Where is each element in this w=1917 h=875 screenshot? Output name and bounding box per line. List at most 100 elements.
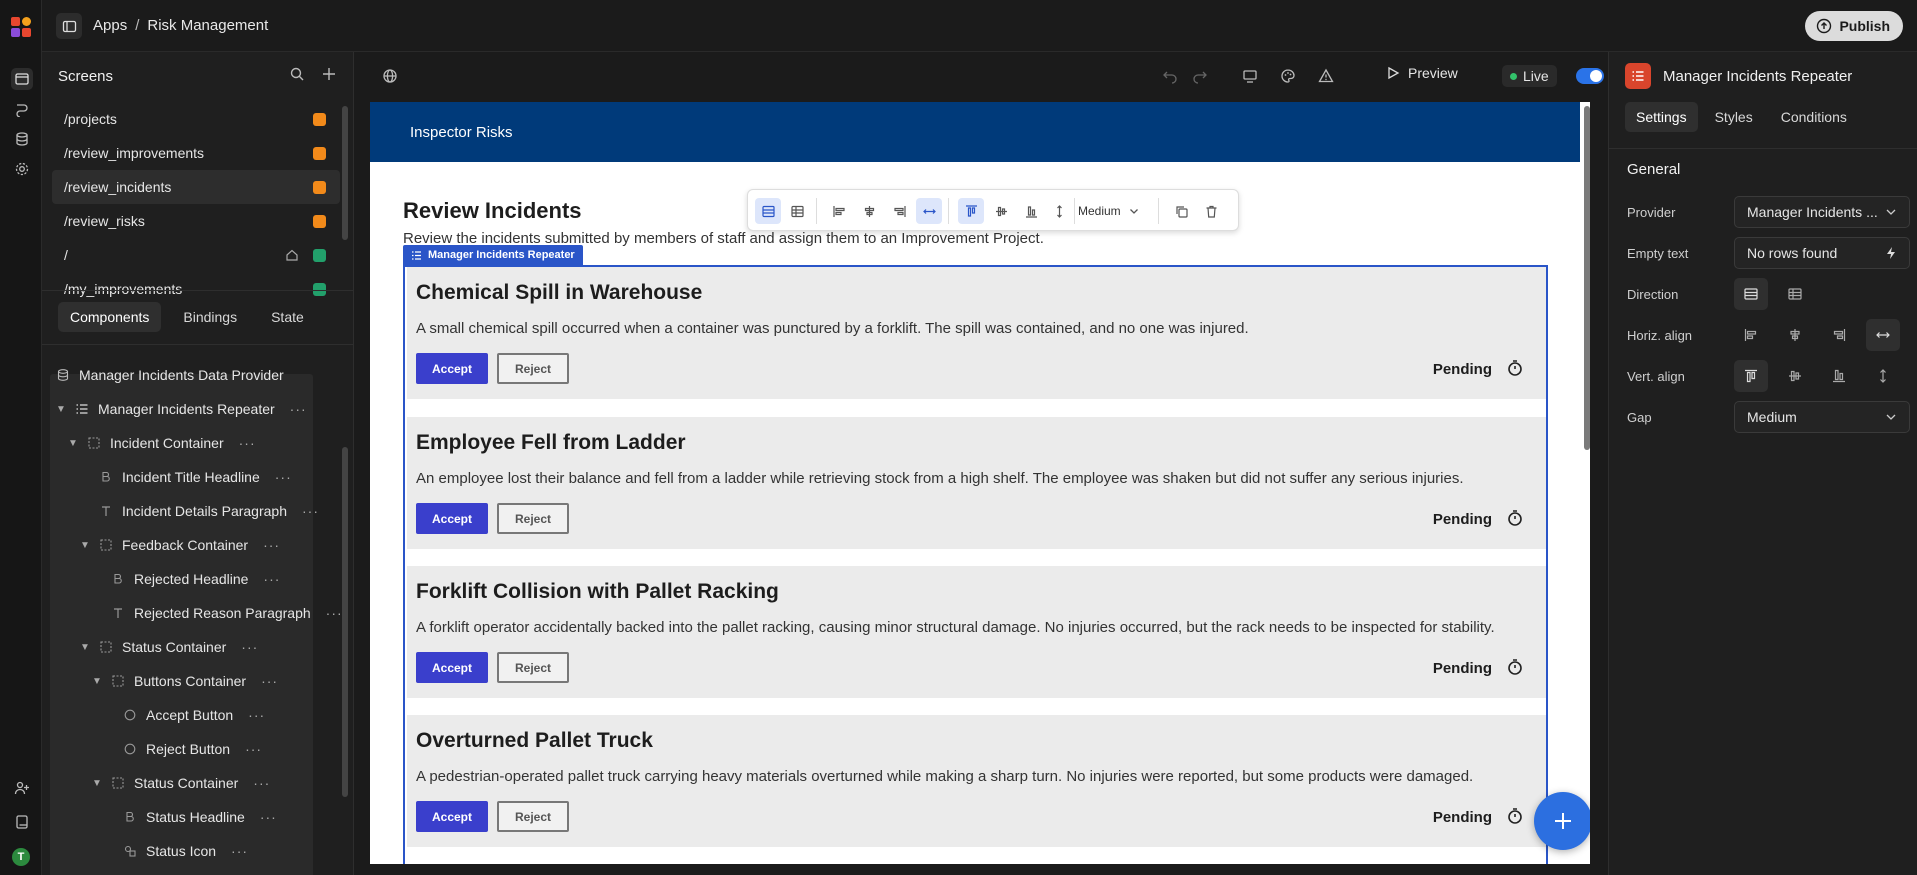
- screen-item-projects[interactable]: /projects: [52, 102, 340, 136]
- settings-gear-icon[interactable]: [11, 158, 33, 180]
- valign-bottom-icon[interactable]: [1018, 198, 1044, 224]
- preview-button[interactable]: Preview: [1386, 65, 1458, 81]
- gap-select[interactable]: Medium: [1734, 401, 1910, 433]
- more-options-icon[interactable]: ···: [260, 809, 277, 825]
- accept-button[interactable]: Accept: [416, 801, 488, 832]
- undo-icon[interactable]: [1162, 68, 1178, 84]
- tree-node[interactable]: Accept Button ···: [104, 698, 265, 732]
- delete-trash-icon[interactable]: [1198, 198, 1224, 224]
- sidebar-toggle-icon[interactable]: [56, 13, 82, 39]
- automations-nav-icon[interactable]: [11, 98, 33, 120]
- screen-item-review-improvements[interactable]: /review_improvements: [52, 136, 340, 170]
- incidents-repeater[interactable]: Chemical Spill in Warehouse A small chemi…: [403, 265, 1548, 864]
- tab-settings[interactable]: Settings: [1625, 102, 1698, 132]
- tree-node[interactable]: Rejected Headline ···: [92, 562, 280, 596]
- tree-node[interactable]: ▼ Buttons Container ···: [92, 664, 278, 698]
- screens-nav-icon[interactable]: [11, 68, 33, 90]
- tree-node[interactable]: Manager Incidents Data Provider: [56, 358, 284, 392]
- screen-item-my-improvements[interactable]: /my_improvements: [52, 272, 340, 306]
- warning-triangle-icon[interactable]: [1318, 68, 1334, 84]
- incident-details[interactable]: A pedestrian-operated pallet truck carry…: [416, 768, 1473, 785]
- incident-title[interactable]: Employee Fell from Ladder: [416, 431, 686, 455]
- status-headline[interactable]: Pending: [1433, 511, 1492, 528]
- valign-top-icon[interactable]: [958, 198, 984, 224]
- add-screen-plus-icon[interactable]: [321, 66, 337, 82]
- lightning-bolt-icon[interactable]: [1885, 246, 1897, 260]
- more-options-icon[interactable]: ···: [263, 537, 280, 553]
- app-header-title[interactable]: Inspector Risks: [410, 124, 513, 141]
- tree-node[interactable]: Status Icon ···: [104, 834, 248, 868]
- globe-icon[interactable]: [382, 68, 398, 84]
- tab-bindings[interactable]: Bindings: [171, 302, 249, 332]
- chevron-down-icon[interactable]: ▼: [68, 438, 78, 449]
- live-toggle[interactable]: [1576, 68, 1604, 84]
- status-headline[interactable]: Pending: [1433, 660, 1492, 677]
- stretch-vertical-icon[interactable]: [1866, 360, 1900, 392]
- valign-middle-icon[interactable]: [988, 198, 1014, 224]
- duplicate-icon[interactable]: [1168, 198, 1194, 224]
- tree-scrollbar[interactable]: [342, 447, 348, 797]
- incident-details[interactable]: A forklift operator accidentally backed …: [416, 619, 1495, 636]
- stretch-vertical-icon[interactable]: [1046, 198, 1072, 224]
- more-options-icon[interactable]: ···: [231, 843, 248, 859]
- align-center-icon[interactable]: [1778, 319, 1812, 351]
- more-options-icon[interactable]: ···: [302, 503, 319, 519]
- stretch-horizontal-icon[interactable]: [916, 198, 942, 224]
- more-options-icon[interactable]: ···: [253, 775, 270, 791]
- tab-conditions[interactable]: Conditions: [1770, 102, 1858, 132]
- tree-node[interactable]: Status Headline ···: [104, 800, 277, 834]
- align-right-icon[interactable]: [1822, 319, 1856, 351]
- desktop-preview-icon[interactable]: [1242, 68, 1258, 84]
- more-options-icon[interactable]: ···: [241, 639, 258, 655]
- stretch-horizontal-icon[interactable]: [1866, 319, 1900, 351]
- incident-card[interactable]: Overturned Pallet Truck A pedestrian-oper…: [407, 715, 1546, 847]
- status-headline[interactable]: Pending: [1433, 809, 1492, 826]
- more-options-icon[interactable]: ···: [275, 469, 292, 485]
- selection-tag[interactable]: Manager Incidents Repeater: [403, 245, 583, 265]
- canvas-scrollbar[interactable]: [1584, 106, 1590, 450]
- screen-item-home[interactable]: /: [52, 238, 340, 272]
- reject-button[interactable]: Reject: [497, 353, 569, 384]
- tree-node[interactable]: ▼ Status Container ···: [80, 630, 258, 664]
- tree-node[interactable]: ▼ Status Container ···: [92, 766, 270, 800]
- direction-grid-icon[interactable]: [784, 198, 810, 224]
- docs-book-icon[interactable]: [11, 811, 33, 833]
- more-options-icon[interactable]: ···: [326, 605, 342, 621]
- page-title[interactable]: Review Incidents: [403, 198, 582, 224]
- empty-text-input[interactable]: No rows found: [1734, 237, 1910, 269]
- incident-details[interactable]: An employee lost their balance and fell …: [416, 470, 1464, 487]
- tree-node[interactable]: ▼ Incident Container ···: [68, 426, 256, 460]
- user-avatar[interactable]: T: [12, 848, 30, 866]
- incident-details[interactable]: A small chemical spill occurred when a c…: [416, 320, 1249, 337]
- theme-palette-icon[interactable]: [1280, 68, 1296, 84]
- more-options-icon[interactable]: ···: [248, 707, 265, 723]
- chevron-down-icon[interactable]: ▼: [80, 642, 90, 653]
- accept-button[interactable]: Accept: [416, 652, 488, 683]
- provider-select[interactable]: Manager Incidents ...: [1734, 196, 1910, 228]
- valign-bottom-icon[interactable]: [1822, 360, 1856, 392]
- chevron-down-icon[interactable]: ▼: [56, 404, 66, 415]
- tree-node[interactable]: Reject Button ···: [104, 732, 262, 766]
- publish-button[interactable]: Publish: [1805, 11, 1903, 41]
- direction-vertical-icon[interactable]: [755, 198, 781, 224]
- status-headline[interactable]: Pending: [1433, 361, 1492, 378]
- search-icon[interactable]: [289, 66, 305, 82]
- data-nav-icon[interactable]: [11, 128, 33, 150]
- more-options-icon[interactable]: ···: [261, 673, 278, 689]
- more-options-icon[interactable]: ···: [290, 401, 307, 417]
- chevron-down-icon[interactable]: ▼: [92, 676, 102, 687]
- add-component-fab[interactable]: [1534, 792, 1590, 850]
- more-options-icon[interactable]: ···: [245, 741, 262, 757]
- incident-card[interactable]: Employee Fell from Ladder An employee los…: [407, 417, 1546, 549]
- more-options-icon[interactable]: ···: [263, 571, 280, 587]
- gap-size-select[interactable]: Medium: [1078, 198, 1139, 224]
- screen-item-review-risks[interactable]: /review_risks: [52, 204, 340, 238]
- reject-button[interactable]: Reject: [497, 503, 569, 534]
- incident-title[interactable]: Overturned Pallet Truck: [416, 729, 653, 753]
- reject-button[interactable]: Reject: [497, 652, 569, 683]
- accept-button[interactable]: Accept: [416, 503, 488, 534]
- chevron-down-icon[interactable]: ▼: [92, 778, 102, 789]
- chevron-down-icon[interactable]: ▼: [80, 540, 90, 551]
- reject-button[interactable]: Reject: [497, 801, 569, 832]
- tab-components[interactable]: Components: [58, 302, 162, 332]
